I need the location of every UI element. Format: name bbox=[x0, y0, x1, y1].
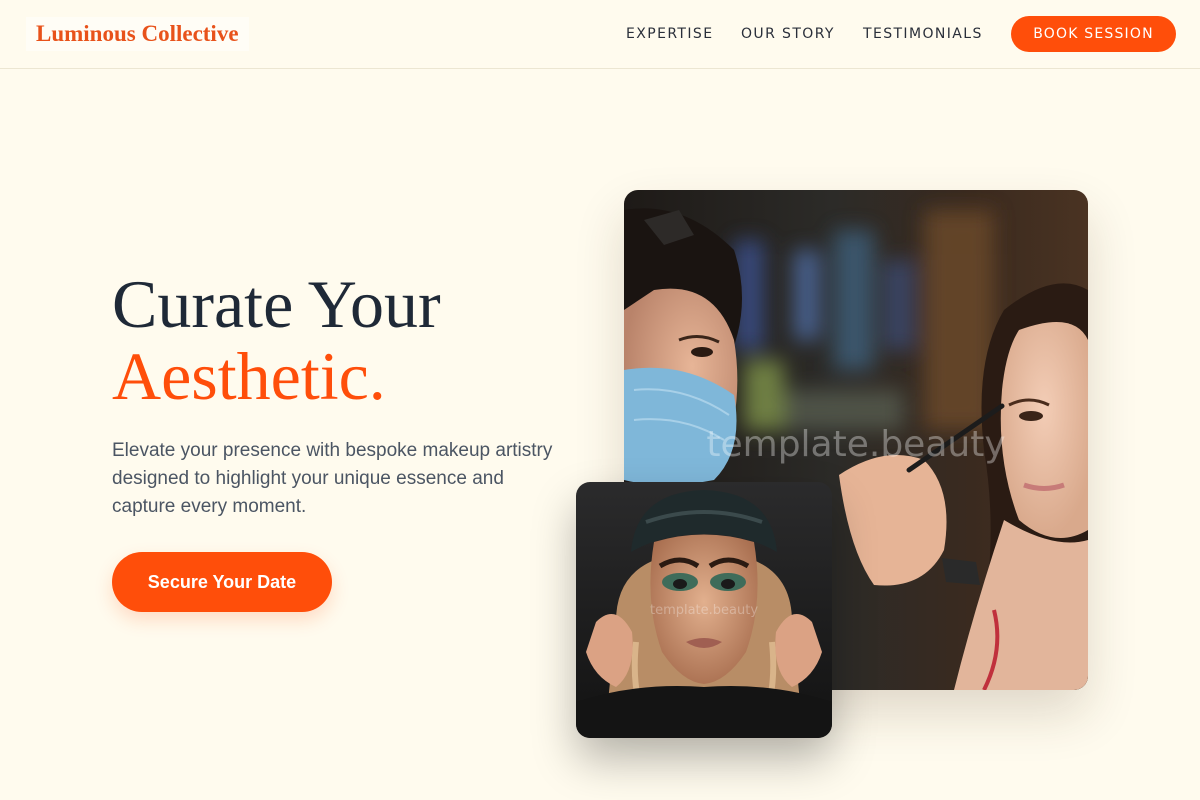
hero-subtitle: Elevate your presence with bespoke makeu… bbox=[112, 440, 553, 517]
site-header: Luminous Collective EXPERTISE OUR STORY … bbox=[0, 0, 1200, 69]
nav-link-expertise[interactable]: EXPERTISE bbox=[626, 25, 713, 43]
nav-link-our-story[interactable]: OUR STORY bbox=[741, 25, 835, 43]
small-photo-watermark: template.beauty bbox=[650, 603, 758, 618]
nav-link-testimonials[interactable]: TESTIMONIALS bbox=[863, 25, 983, 43]
secure-date-button[interactable]: Secure Your Date bbox=[112, 552, 332, 612]
glam-portrait-photo: template.beauty bbox=[576, 482, 832, 738]
hero-title: Curate Your Aesthetic. bbox=[112, 268, 572, 412]
landing-page: Luminous Collective EXPERTISE OUR STORY … bbox=[0, 0, 1200, 800]
glam-portrait-image: template.beauty bbox=[576, 482, 832, 738]
main-photo-watermark: template.beauty bbox=[706, 424, 1005, 465]
hero-title-line1: Curate Your bbox=[112, 266, 441, 342]
brand-logo[interactable]: Luminous Collective bbox=[26, 17, 249, 51]
book-session-button[interactable]: BOOK SESSION bbox=[1011, 16, 1176, 52]
hero-title-accent: Aesthetic. bbox=[112, 338, 386, 414]
